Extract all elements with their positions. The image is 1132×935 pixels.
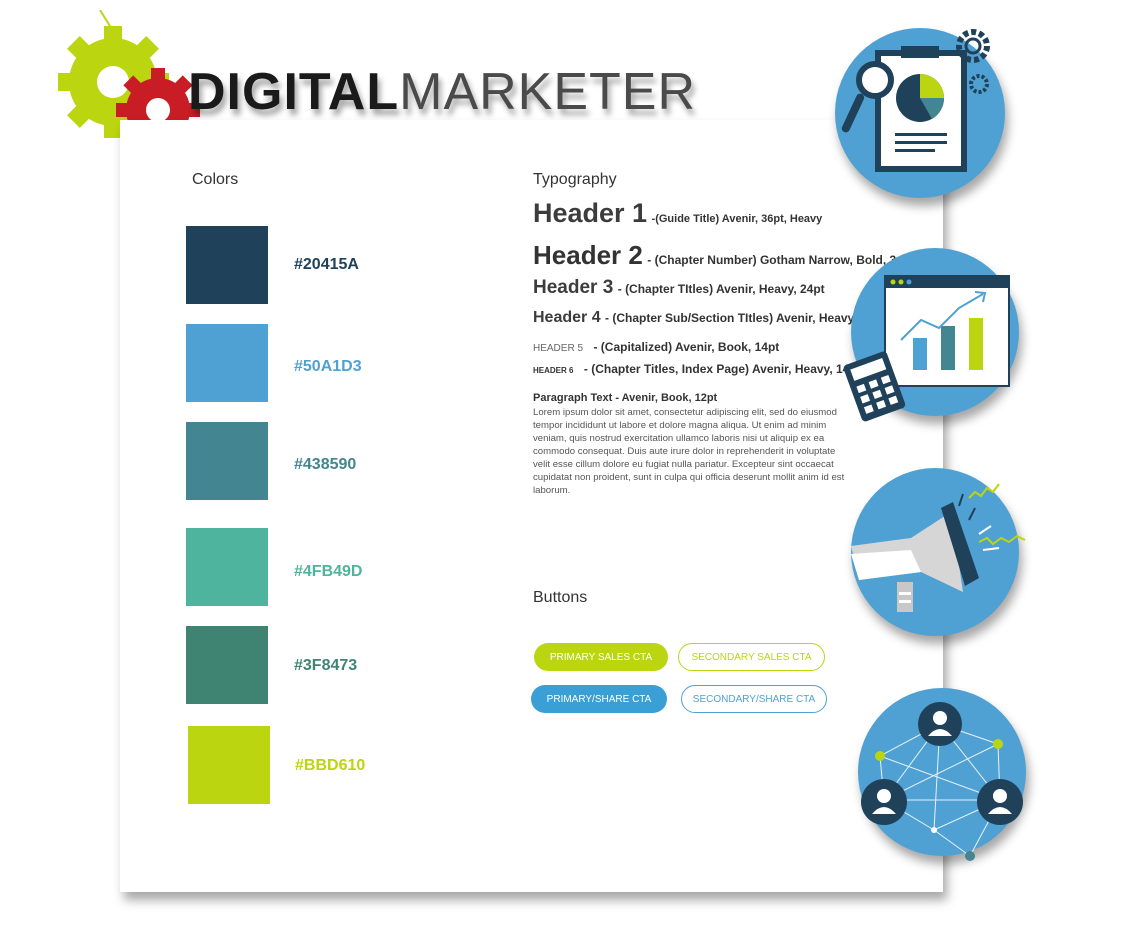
swatch-dark-navy: [186, 226, 268, 304]
logo-text-digital: DIGITAL: [188, 63, 400, 121]
typo-header-5: HEADER 5 - (Capitalized) Avenir, Book, 1…: [533, 338, 779, 356]
header-3-desc: - (Chapter TItles) Avenir, Heavy, 24pt: [617, 282, 825, 296]
colors-title: Colors: [192, 171, 239, 188]
swatch-label-5: #3F8473: [294, 657, 358, 674]
paragraph-body: Lorem ipsum dolor sit amet, consectetur …: [533, 407, 845, 496]
header-4-sample: Header 4: [533, 309, 601, 326]
typo-header-2: Header 2 - (Chapter Number) Gotham Narro…: [533, 240, 896, 271]
header-2-sample: Header 2: [533, 240, 643, 270]
swatch-label-1: #20415A: [294, 256, 359, 273]
primary-share-cta-button[interactable]: PRIMARY/SHARE CTA: [531, 685, 667, 713]
swatch-teal: [186, 422, 268, 500]
typo-header-4: Header 4 - (Chapter Sub/Section TItles) …: [533, 309, 867, 327]
header-1-sample: Header 1: [533, 198, 648, 228]
swatch-label-4: #4FB49D: [294, 563, 363, 580]
logo-text-marketer: MARKETER: [399, 63, 697, 121]
header-6-sample: HEADER 6: [533, 366, 574, 375]
network-people-icon: [858, 688, 1026, 861]
buttons-title: Buttons: [533, 589, 588, 606]
header-5-sample: HEADER 5: [533, 343, 584, 354]
swatch-label-6: #BBD610: [295, 757, 366, 774]
typography-title: Typography: [533, 171, 617, 188]
header-1-desc: -(Guide Title) Avenir, 36pt, Heavy: [651, 213, 823, 225]
typo-header-1: Header 1 -(Guide Title) Avenir, 36pt, He…: [533, 198, 822, 229]
swatch-mint: [186, 528, 268, 606]
swatch-label-3: #438590: [294, 456, 357, 473]
header-4-desc: - (Chapter Sub/Section TItles) Avenir, H…: [605, 311, 867, 325]
swatch-lime: [188, 726, 270, 804]
secondary-share-cta-button[interactable]: SECONDARY/SHARE CTA: [681, 685, 827, 713]
typo-header-6: HEADER 6 - (Chapter Titles, Index Page) …: [533, 360, 861, 378]
swatch-label-2: #50A1D3: [294, 358, 362, 375]
swatch-green-teal: [186, 626, 268, 704]
paragraph-title: Paragraph Text - Avenir, Book, 12pt: [533, 392, 718, 404]
person-top: [918, 702, 962, 746]
megaphone-icon: [851, 468, 1026, 636]
header-6-desc: - (Chapter Titles, Index Page) Avenir, H…: [583, 362, 861, 376]
analytics-dashboard-icon: [843, 248, 1019, 422]
report-clipboard-icon: [835, 28, 1005, 198]
secondary-sales-cta-button[interactable]: SECONDARY SALES CTA: [678, 643, 825, 671]
typo-header-3: Header 3 - (Chapter TItles) Avenir, Heav…: [533, 277, 825, 299]
logo-wordmark: DIGITALMARKETER: [188, 62, 696, 122]
swatch-light-blue: [186, 324, 268, 402]
primary-sales-cta-button[interactable]: PRIMARY SALES CTA: [534, 643, 668, 671]
header-3-sample: Header 3: [533, 277, 614, 298]
header-5-desc: - (Capitalized) Avenir, Book, 14pt: [593, 340, 780, 354]
